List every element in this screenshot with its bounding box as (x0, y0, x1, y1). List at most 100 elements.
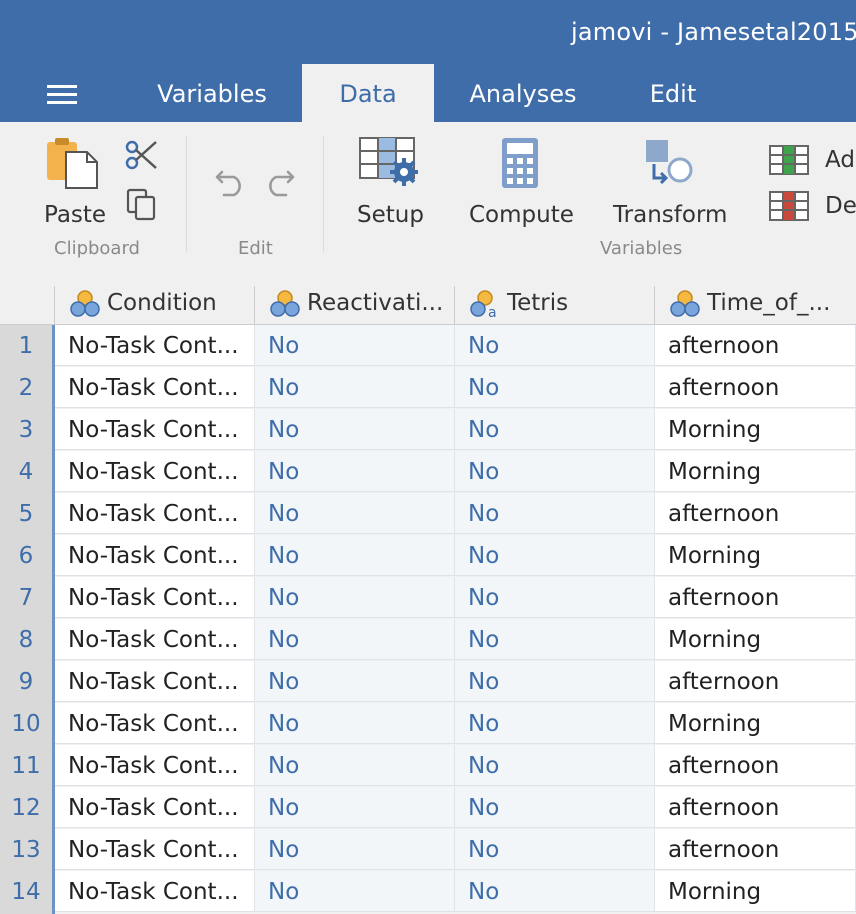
cell-condition[interactable]: No-Task Cont... (55, 871, 255, 912)
column-header-reactivation[interactable]: Reactivati... (255, 286, 455, 325)
row-number[interactable]: 3 (0, 409, 52, 451)
cell-time-of-day[interactable]: Morning (655, 451, 856, 492)
cell-reactivation[interactable]: No (255, 829, 455, 870)
hamburger-menu-icon[interactable] (47, 85, 77, 105)
cell-condition[interactable]: No-Task Cont... (55, 829, 255, 870)
cell-tetris[interactable]: No (455, 493, 655, 534)
cell-condition[interactable]: No-Task Cont... (55, 703, 255, 744)
cell-tetris[interactable]: No (455, 745, 655, 786)
cell-reactivation[interactable]: No (255, 325, 455, 366)
table-row[interactable]: 3 No-Task Cont... No No Morning (0, 409, 856, 451)
tab-data[interactable]: Data (302, 64, 434, 122)
table-row[interactable]: 2 No-Task Cont... No No afternoon (0, 367, 856, 409)
cell-reactivation[interactable]: No (255, 871, 455, 912)
row-number[interactable]: 10 (0, 703, 52, 745)
cell-tetris[interactable]: No (455, 787, 655, 828)
cell-tetris[interactable]: No (455, 367, 655, 408)
column-header-time-of-day[interactable]: Time_of_... (655, 286, 856, 325)
cell-condition[interactable]: No-Task Cont... (55, 409, 255, 450)
cell-time-of-day[interactable]: afternoon (655, 661, 856, 702)
cut-icon[interactable] (124, 138, 158, 176)
cell-time-of-day[interactable]: afternoon (655, 577, 856, 618)
undo-icon[interactable] (214, 164, 248, 202)
cell-reactivation[interactable]: No (255, 577, 455, 618)
row-number[interactable]: 6 (0, 535, 52, 577)
cell-time-of-day[interactable]: afternoon (655, 829, 856, 870)
cell-condition[interactable]: No-Task Cont... (55, 325, 255, 366)
table-row[interactable]: 11 No-Task Cont... No No afternoon (0, 745, 856, 787)
cell-condition[interactable]: No-Task Cont... (55, 787, 255, 828)
cell-time-of-day[interactable]: afternoon (655, 367, 856, 408)
cell-reactivation[interactable]: No (255, 787, 455, 828)
row-number[interactable]: 8 (0, 619, 52, 661)
cell-tetris[interactable]: No (455, 703, 655, 744)
add-variable-button[interactable]: Ad (825, 147, 855, 173)
cell-time-of-day[interactable]: Morning (655, 409, 856, 450)
row-number[interactable]: 13 (0, 829, 52, 871)
cell-condition[interactable]: No-Task Cont... (55, 367, 255, 408)
paste-button[interactable]: Paste (44, 202, 106, 228)
table-row[interactable]: 1 No-Task Cont... No No afternoon (0, 325, 856, 367)
setup-icon[interactable] (358, 136, 422, 194)
cell-condition[interactable]: No-Task Cont... (55, 619, 255, 660)
tab-edit[interactable]: Edit (632, 64, 714, 122)
cell-condition[interactable]: No-Task Cont... (55, 493, 255, 534)
row-number[interactable]: 9 (0, 661, 52, 703)
transform-icon[interactable] (644, 138, 696, 194)
cell-time-of-day[interactable]: afternoon (655, 745, 856, 786)
cell-tetris[interactable]: No (455, 661, 655, 702)
table-row[interactable]: 13 No-Task Cont... No No afternoon (0, 829, 856, 871)
table-row[interactable]: 6 No-Task Cont... No No Morning (0, 535, 856, 577)
table-row[interactable]: 10 No-Task Cont... No No Morning (0, 703, 856, 745)
cell-tetris[interactable]: No (455, 871, 655, 912)
delete-variable-icon[interactable] (768, 190, 810, 226)
compute-icon[interactable] (500, 136, 542, 194)
row-number[interactable]: 14 (0, 871, 52, 913)
cell-reactivation[interactable]: No (255, 451, 455, 492)
column-header-condition[interactable]: Condition (55, 286, 255, 325)
cell-condition[interactable]: No-Task Cont... (55, 535, 255, 576)
table-row[interactable]: 7 No-Task Cont... No No afternoon (0, 577, 856, 619)
cell-condition[interactable]: No-Task Cont... (55, 451, 255, 492)
redo-icon[interactable] (262, 164, 296, 202)
cell-time-of-day[interactable]: afternoon (655, 493, 856, 534)
cell-condition[interactable]: No-Task Cont... (55, 661, 255, 702)
table-row[interactable]: 9 No-Task Cont... No No afternoon (0, 661, 856, 703)
cell-tetris[interactable]: No (455, 325, 655, 366)
delete-variable-button[interactable]: De (825, 193, 856, 219)
copy-icon[interactable] (126, 188, 158, 226)
cell-time-of-day[interactable]: Morning (655, 535, 856, 576)
row-number[interactable]: 12 (0, 787, 52, 829)
cell-reactivation[interactable]: No (255, 409, 455, 450)
row-number[interactable]: 4 (0, 451, 52, 493)
cell-condition[interactable]: No-Task Cont... (55, 577, 255, 618)
table-row[interactable]: 4 No-Task Cont... No No Morning (0, 451, 856, 493)
tab-variables[interactable]: Variables (152, 64, 272, 122)
setup-button[interactable]: Setup (357, 202, 424, 228)
table-row[interactable]: 14 No-Task Cont... No No Morning (0, 871, 856, 913)
row-number[interactable]: 5 (0, 493, 52, 535)
cell-reactivation[interactable]: No (255, 493, 455, 534)
table-row[interactable]: 5 No-Task Cont... No No afternoon (0, 493, 856, 535)
cell-time-of-day[interactable]: Morning (655, 703, 856, 744)
cell-tetris[interactable]: No (455, 577, 655, 618)
row-number[interactable]: 1 (0, 325, 52, 367)
cell-tetris[interactable]: No (455, 829, 655, 870)
cell-reactivation[interactable]: No (255, 703, 455, 744)
row-number[interactable]: 2 (0, 367, 52, 409)
transform-button[interactable]: Transform (613, 202, 727, 228)
cell-reactivation[interactable]: No (255, 535, 455, 576)
table-row[interactable]: 8 No-Task Cont... No No Morning (0, 619, 856, 661)
cell-time-of-day[interactable]: Morning (655, 619, 856, 660)
cell-tetris[interactable]: No (455, 409, 655, 450)
cell-tetris[interactable]: No (455, 535, 655, 576)
cell-reactivation[interactable]: No (255, 367, 455, 408)
column-header-tetris[interactable]: a Tetris (455, 286, 655, 325)
cell-reactivation[interactable]: No (255, 619, 455, 660)
cell-tetris[interactable]: No (455, 451, 655, 492)
cell-time-of-day[interactable]: afternoon (655, 787, 856, 828)
cell-time-of-day[interactable]: Morning (655, 871, 856, 912)
cell-time-of-day[interactable]: afternoon (655, 325, 856, 366)
cell-condition[interactable]: No-Task Cont... (55, 745, 255, 786)
cell-reactivation[interactable]: No (255, 745, 455, 786)
